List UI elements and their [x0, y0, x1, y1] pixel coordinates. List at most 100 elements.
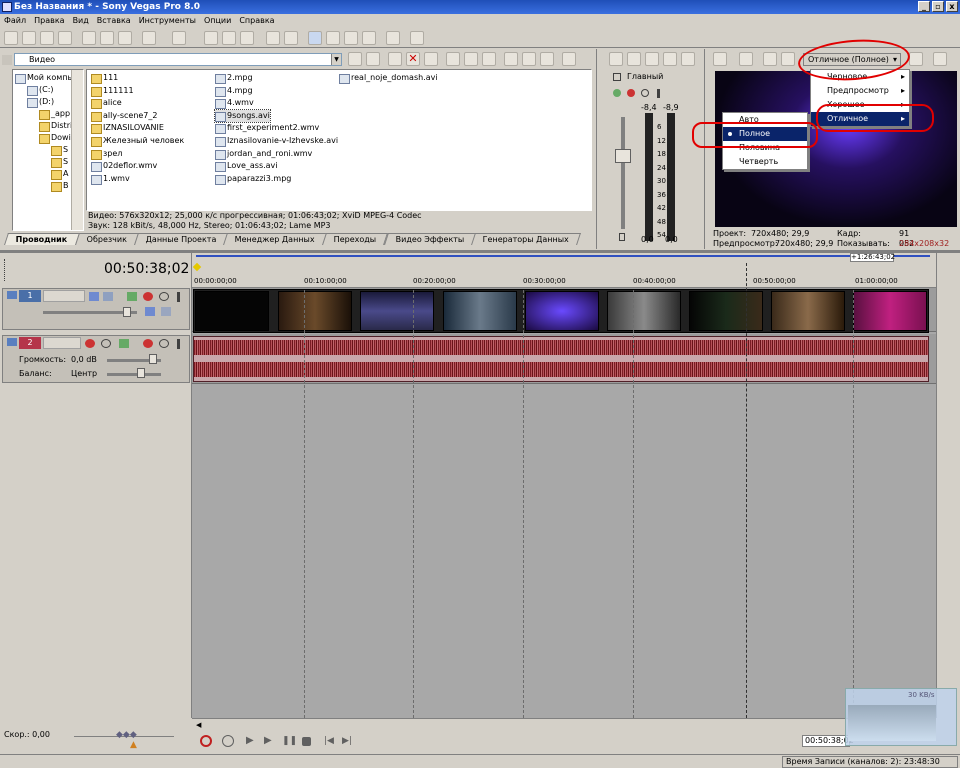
expand-icon[interactable]	[161, 307, 171, 316]
media-file-item[interactable]: 4.wmv	[215, 97, 254, 110]
autopreview-icon[interactable]	[482, 52, 496, 66]
add-to-favorites-icon[interactable]	[424, 52, 438, 66]
track-motion-icon[interactable]	[89, 292, 99, 301]
mixer-bus-icon[interactable]	[645, 52, 659, 66]
play-icon[interactable]: ▶	[264, 735, 276, 747]
explorer-menu-icon[interactable]	[2, 55, 12, 65]
tree-item-sub2[interactable]: S	[51, 156, 68, 168]
track-fx-icon[interactable]	[127, 292, 137, 301]
pause-icon[interactable]: ❚❚	[282, 735, 297, 747]
tree-item-downloads[interactable]: Dowi	[39, 132, 71, 144]
master-solo-icon[interactable]	[657, 89, 660, 98]
split-screen-icon[interactable]	[781, 52, 795, 66]
video-track-header[interactable]: 1	[2, 288, 190, 330]
tab-media-manager[interactable]: Менеджер Данных	[223, 233, 328, 245]
record-icon[interactable]	[200, 735, 212, 747]
explorer-path-combo[interactable]: Видео ▼	[14, 53, 342, 66]
mute-icon[interactable]	[159, 339, 169, 348]
menu-item-preview[interactable]: Предпросмотр ▸	[811, 84, 909, 98]
track-fx-bypass-icon[interactable]	[143, 292, 153, 301]
folder-item[interactable]: 111111	[91, 85, 134, 97]
new-icon[interactable]	[4, 31, 18, 45]
media-file-item[interactable]: 02deflor.wmv	[91, 160, 157, 173]
globe-icon[interactable]	[522, 52, 536, 66]
pan-slider[interactable]	[137, 368, 145, 378]
maximize-button[interactable]: ▫	[932, 1, 944, 12]
track-name-field[interactable]	[43, 290, 85, 302]
copy-snapshot-icon[interactable]	[933, 52, 947, 66]
normal-edit-tool-icon[interactable]	[308, 31, 322, 45]
menu-help[interactable]: Справка	[239, 14, 274, 28]
mixer-insert-icon[interactable]	[627, 52, 641, 66]
scroll-left-icon[interactable]: ◀	[196, 721, 201, 729]
media-file-item[interactable]: 2.mpg	[215, 72, 253, 84]
media-file-item[interactable]: 9songs.avi	[214, 108, 271, 123]
tab-transitions[interactable]: Переходы	[322, 233, 389, 245]
master-mute-icon[interactable]	[613, 73, 621, 81]
preview-props-icon[interactable]	[713, 52, 727, 66]
get-media-icon[interactable]	[504, 52, 518, 66]
menu-view[interactable]: Вид	[73, 14, 89, 28]
tab-video-fx[interactable]: Видео Эффекты	[383, 233, 477, 245]
arm-record-icon[interactable]	[85, 339, 95, 348]
tree-item-sub4[interactable]: B	[51, 180, 69, 192]
tree-scrollbar[interactable]	[71, 70, 83, 230]
solo-icon[interactable]	[177, 292, 180, 302]
folder-item[interactable]: ally-scene7_2	[91, 110, 158, 122]
whats-this-icon[interactable]	[410, 31, 424, 45]
stop-icon[interactable]	[302, 737, 311, 746]
audio-track-header[interactable]: 2 Громкость: 0,0 dB Баланс: Центр	[2, 335, 190, 383]
tree-item-drive-d[interactable]: (D:)	[27, 96, 54, 108]
render-icon[interactable]	[204, 31, 218, 45]
media-file-item[interactable]: Love_ass.avi	[215, 160, 278, 173]
autoripple-icon[interactable]	[266, 31, 280, 45]
minimize-button[interactable]: _	[918, 1, 930, 12]
new-folder-icon[interactable]	[388, 52, 402, 66]
media-file-item[interactable]: first_experiment2.wmv	[215, 122, 319, 135]
master-fx-icon[interactable]	[613, 89, 621, 97]
mixer-downmix-icon[interactable]	[681, 52, 695, 66]
track-fx-bypass-icon[interactable]	[143, 339, 153, 348]
go-to-start-icon[interactable]: |◀	[324, 735, 336, 747]
menu-insert[interactable]: Вставка	[97, 14, 131, 28]
invert-phase-icon[interactable]	[101, 339, 111, 348]
tab-trimmer[interactable]: Обрезчик	[74, 233, 139, 245]
track-name-field[interactable]	[43, 337, 81, 349]
help-icon[interactable]	[386, 31, 400, 45]
lock-envelopes-icon[interactable]	[284, 31, 298, 45]
marker-icon[interactable]	[222, 31, 236, 45]
tab-project-media[interactable]: Данные Проекта	[133, 233, 229, 245]
mute-icon[interactable]	[159, 292, 169, 301]
tree-item-sub3[interactable]: A	[51, 168, 68, 180]
lock-icon[interactable]	[619, 233, 625, 241]
track-minimize-icon[interactable]	[7, 291, 17, 299]
track-props-icon[interactable]	[145, 307, 155, 316]
folder-item[interactable]: IZNASILOVANIE	[91, 122, 164, 135]
media-file-item[interactable]: Iznasilovanie-v-Izhevske.avi	[215, 135, 338, 147]
track-fx-icon[interactable]	[119, 339, 129, 348]
undo-icon[interactable]	[142, 31, 156, 45]
views-icon[interactable]	[562, 52, 576, 66]
rate-slider-icon[interactable]: ◆◆◆	[116, 730, 137, 740]
track-minimize-icon[interactable]	[7, 338, 17, 346]
volume-slider[interactable]	[149, 354, 157, 364]
go-to-end-icon[interactable]: ▶|	[342, 735, 354, 747]
folder-item[interactable]: Железный человек	[91, 135, 184, 147]
master-fader[interactable]	[615, 149, 631, 163]
mixer-props-icon[interactable]	[609, 52, 623, 66]
redo-icon[interactable]	[172, 31, 186, 45]
menu-tools[interactable]: Инструменты	[139, 14, 196, 28]
stop-icon[interactable]	[464, 52, 478, 66]
tree-item-distri[interactable]: Distri	[39, 120, 72, 132]
menu-edit[interactable]: Правка	[34, 14, 64, 28]
media-file-item[interactable]: 1.wmv	[91, 173, 130, 185]
save-icon[interactable]	[40, 31, 54, 45]
tree-item-my-computer[interactable]: Мой компью	[15, 72, 79, 84]
tab-media-generators[interactable]: Генераторы Данных	[471, 233, 582, 245]
delete-icon[interactable]: ✕	[406, 52, 420, 66]
level-slider[interactable]	[123, 307, 131, 317]
chevron-down-icon[interactable]: ▼	[331, 54, 341, 65]
envelope-tool-icon[interactable]	[326, 31, 340, 45]
properties-icon[interactable]	[58, 31, 72, 45]
media-file-item[interactable]: paparazzi3.mpg	[215, 173, 291, 185]
